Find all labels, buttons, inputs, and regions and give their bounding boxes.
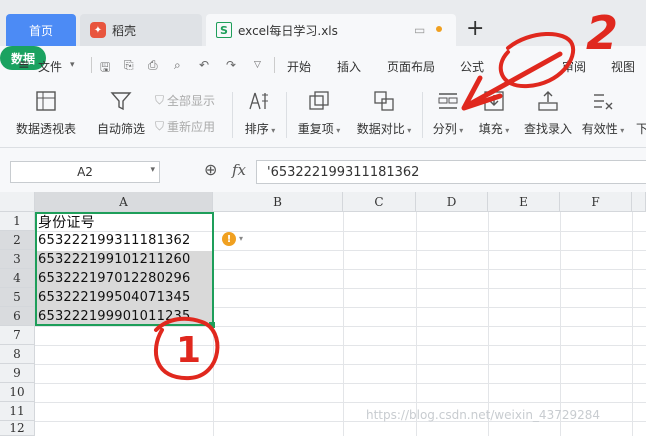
annotation-arrow	[467, 51, 563, 107]
annotation-layer	[153, 31, 576, 381]
annotation-number-2: 2	[586, 6, 619, 60]
annotation-number-1: 1	[176, 330, 202, 371]
